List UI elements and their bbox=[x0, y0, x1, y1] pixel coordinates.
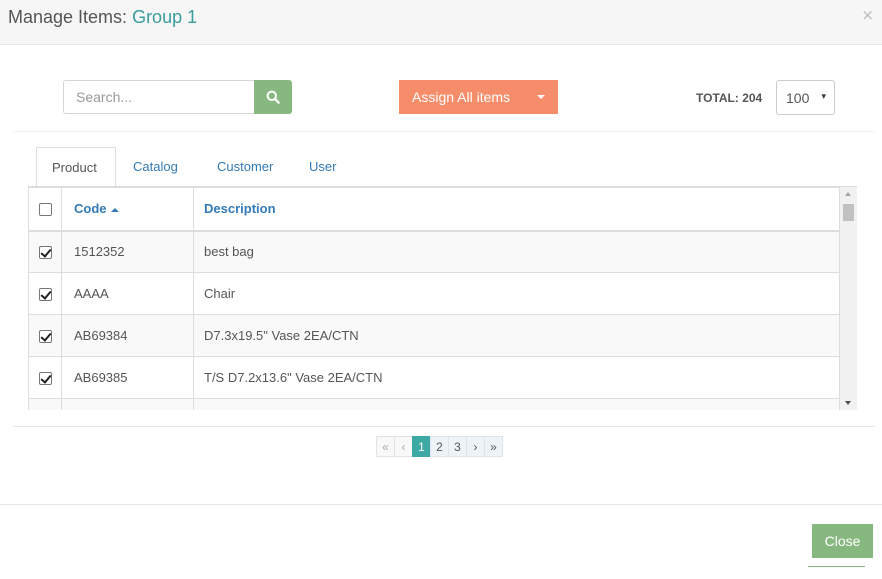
search-group bbox=[63, 80, 292, 114]
sort-ascending-icon bbox=[110, 207, 119, 212]
modal-title: Manage Items: Group 1 bbox=[8, 7, 197, 28]
row-checkbox[interactable] bbox=[38, 330, 52, 344]
items-table-container: Code Description 1512352 best bag AAAA C… bbox=[28, 186, 857, 410]
table-bottom-divider bbox=[13, 426, 875, 427]
table-header-row: Code Description bbox=[28, 187, 840, 232]
column-header-description[interactable]: Description bbox=[193, 187, 840, 232]
table-scrollbar[interactable] bbox=[840, 187, 857, 410]
modal-title-prefix: Manage Items: bbox=[8, 7, 133, 27]
select-all-checkbox[interactable] bbox=[38, 203, 52, 217]
row-select-cell bbox=[28, 398, 62, 410]
code-cell: AAAA bbox=[61, 272, 194, 315]
search-button[interactable] bbox=[254, 80, 292, 114]
page-button[interactable]: 3 bbox=[448, 436, 467, 457]
assign-all-items-label: Assign All items bbox=[412, 89, 511, 105]
tab-user[interactable]: User bbox=[292, 147, 354, 187]
toolbar-divider bbox=[13, 131, 875, 132]
table-row: AAAA Chair bbox=[28, 272, 840, 315]
row-select-cell bbox=[28, 272, 62, 315]
tab-bar: Product Catalog Customer User bbox=[36, 147, 354, 187]
select-all-cell bbox=[28, 187, 62, 232]
close-button-underline bbox=[808, 566, 865, 567]
row-checkbox[interactable] bbox=[38, 246, 52, 260]
description-cell: D7.3x19.5" Vase 2EA/CTN bbox=[193, 314, 840, 357]
page-button[interactable]: 2 bbox=[430, 436, 449, 457]
table-row: AB69385 T/S D7.2x13.6" Vase 2EA/CTN bbox=[28, 356, 840, 399]
row-checkbox[interactable] bbox=[38, 288, 52, 302]
table-row: AB69384 D7.3x19.5" Vase 2EA/CTN bbox=[28, 314, 840, 357]
caret-down-icon[interactable] bbox=[537, 95, 545, 99]
description-cell: best bag bbox=[193, 230, 840, 273]
assign-all-items-button[interactable]: Assign All items bbox=[399, 80, 558, 114]
code-cell: AB69385 bbox=[61, 356, 194, 399]
search-input[interactable] bbox=[63, 80, 254, 114]
code-cell bbox=[61, 398, 194, 410]
tab-catalog[interactable]: Catalog bbox=[116, 147, 200, 187]
column-header-code-label: Code bbox=[74, 201, 107, 217]
page-button[interactable]: 1 bbox=[412, 436, 431, 457]
description-cell bbox=[193, 398, 840, 410]
table-row: 1512352 best bag bbox=[28, 230, 840, 273]
row-select-cell bbox=[28, 230, 62, 273]
row-checkbox[interactable] bbox=[38, 372, 52, 386]
items-table: Code Description 1512352 best bag AAAA C… bbox=[28, 187, 840, 410]
next-page-button[interactable]: › bbox=[466, 436, 485, 457]
column-header-code[interactable]: Code bbox=[61, 187, 194, 232]
row-select-cell bbox=[28, 314, 62, 357]
close-icon[interactable]: × bbox=[861, 6, 874, 24]
close-button[interactable]: Close bbox=[812, 524, 873, 558]
tab-product[interactable]: Product bbox=[36, 147, 116, 187]
last-page-button[interactable]: » bbox=[484, 436, 503, 457]
chevron-down-icon: ▾ bbox=[821, 91, 826, 101]
group-name: Group 1 bbox=[132, 7, 198, 27]
first-page-button[interactable]: « bbox=[376, 436, 395, 457]
per-page-value: 100 bbox=[786, 90, 810, 106]
description-cell: T/S D7.2x13.6" Vase 2EA/CTN bbox=[193, 356, 840, 399]
manage-items-modal: Manage Items: Group 1 × Assign All items… bbox=[0, 0, 882, 579]
code-cell: AB69384 bbox=[61, 314, 194, 357]
search-icon bbox=[266, 90, 280, 104]
per-page-select[interactable]: 100 ▾ bbox=[776, 80, 835, 115]
table-row bbox=[28, 398, 840, 410]
scroll-up-icon[interactable] bbox=[845, 192, 851, 196]
total-count: TOTAL: 204 bbox=[696, 91, 763, 105]
pagination: « ‹ 1 2 3 › » bbox=[376, 436, 503, 457]
scrollbar-thumb[interactable] bbox=[843, 204, 854, 221]
prev-page-button[interactable]: ‹ bbox=[394, 436, 413, 457]
row-select-cell bbox=[28, 356, 62, 399]
code-cell: 1512352 bbox=[61, 230, 194, 273]
description-cell: Chair bbox=[193, 272, 840, 315]
scroll-down-icon[interactable] bbox=[845, 401, 851, 405]
modal-header: Manage Items: Group 1 × bbox=[0, 0, 882, 45]
tab-customer[interactable]: Customer bbox=[200, 147, 292, 187]
modal-footer bbox=[0, 504, 882, 579]
column-header-description-label: Description bbox=[204, 201, 276, 217]
